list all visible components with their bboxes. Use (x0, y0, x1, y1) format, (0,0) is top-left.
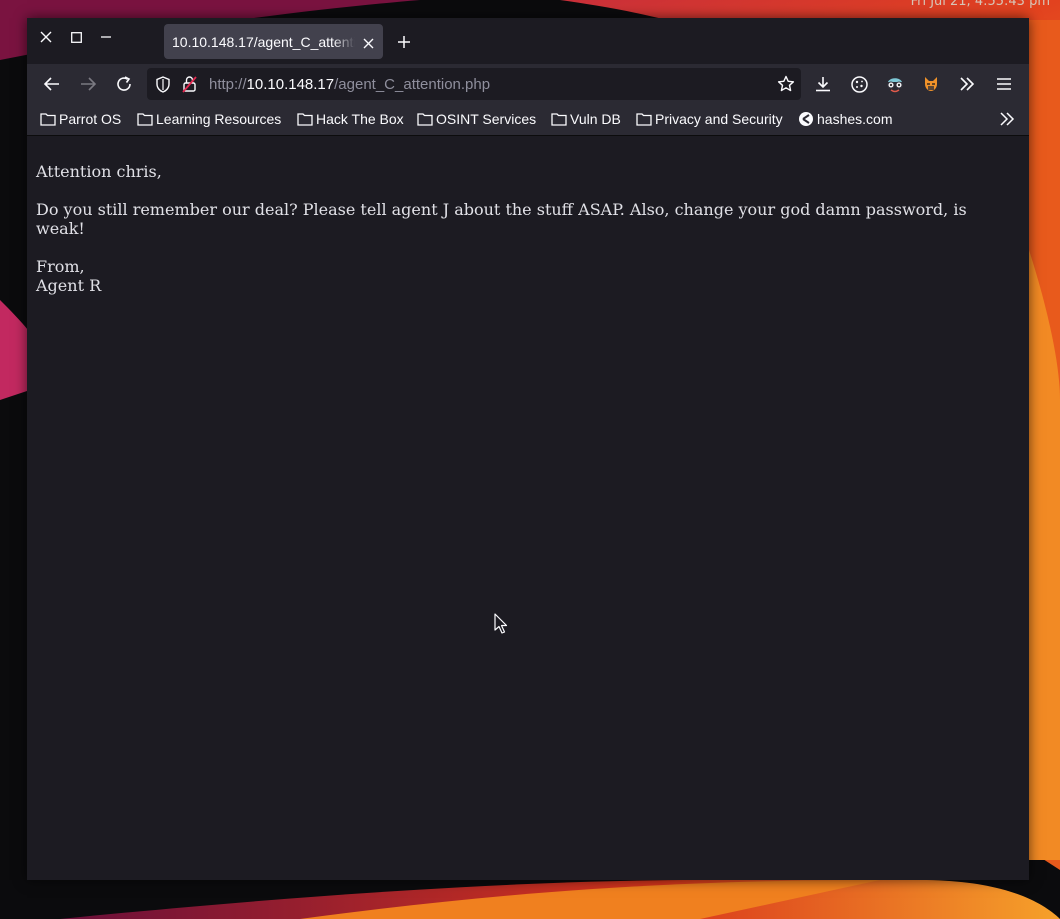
bookmark-star-icon[interactable] (777, 75, 795, 97)
url-bar[interactable]: http://10.10.148.17/agent_C_attention.ph… (147, 68, 801, 100)
downloads-icon[interactable] (813, 74, 833, 94)
new-tab-icon[interactable] (397, 34, 411, 48)
cookie-extension-icon[interactable] (849, 74, 869, 94)
minimize-window-icon[interactable] (99, 30, 113, 44)
bookmark-label: hashes.com (817, 111, 893, 127)
forward-icon[interactable] (78, 74, 98, 94)
spy-extension-icon[interactable] (885, 74, 905, 94)
url-host: 10.10.148.17 (246, 76, 335, 93)
maximize-window-icon[interactable] (69, 30, 83, 44)
tab-close-icon[interactable] (362, 35, 375, 49)
bookmark-label: Learning Resources (156, 111, 282, 127)
tab-strip: 10.10.148.17/agent_C_attention.php (27, 18, 1029, 64)
bookmark-folder-vuln-db[interactable]: Vuln DB (551, 110, 621, 128)
reload-icon[interactable] (114, 74, 134, 94)
bookmark-label: Parrot OS (59, 111, 122, 127)
tab-title: 10.10.148.17/agent_C_attention.php (172, 33, 355, 50)
bookmark-folder-hack-the-box[interactable]: Hack The Box (297, 110, 404, 128)
hashes-site-icon (799, 112, 813, 126)
bookmark-label: Vuln DB (570, 111, 621, 127)
folder-icon (417, 113, 433, 126)
bookmark-folder-osint-services[interactable]: OSINT Services (417, 110, 536, 128)
page-content: Attention chris, Do you still remember o… (27, 136, 1029, 880)
overflow-chevrons-icon[interactable] (957, 74, 977, 94)
bookmark-folder-parrot-os[interactable]: Parrot OS (40, 110, 121, 128)
bookmark-label: Privacy and Security (655, 111, 783, 127)
url-scheme: http:// (209, 76, 247, 93)
hamburger-menu-icon[interactable] (994, 74, 1014, 94)
back-icon[interactable] (42, 74, 62, 94)
folder-icon (297, 113, 313, 126)
foxyproxy-extension-icon[interactable] (921, 74, 941, 94)
folder-icon (40, 113, 56, 126)
bookmark-hashes-com[interactable]: hashes.com (798, 110, 892, 128)
bookmark-label: Hack The Box (316, 111, 404, 127)
browser-window: 10.10.148.17/agent_C_attention.php (27, 18, 1029, 880)
navigation-toolbar: http://10.10.148.17/agent_C_attention.ph… (27, 64, 1029, 104)
greeting-text: Attention chris, (36, 162, 162, 181)
bookmarks-toolbar: Parrot OS Learning Resources Hack The Bo… (27, 104, 1029, 136)
close-window-icon[interactable] (39, 30, 53, 44)
insecure-lock-icon[interactable] (182, 75, 198, 97)
bookmark-folder-learning-resources[interactable]: Learning Resources (137, 110, 281, 128)
signoff-text: From, (36, 257, 85, 276)
signature-text: Agent R (36, 276, 102, 295)
folder-icon (137, 113, 153, 126)
folder-icon (551, 113, 567, 126)
bookmarks-overflow-icon[interactable] (999, 110, 1018, 128)
bookmark-folder-privacy-and-security[interactable]: Privacy and Security (636, 110, 783, 128)
bookmark-label: OSINT Services (436, 111, 537, 127)
url-path: /agent_C_attention.php (334, 76, 491, 93)
desktop-clock: Fri Jul 21, 4:55:43 pm (910, 0, 1050, 9)
tracking-protection-shield-icon[interactable] (155, 76, 171, 97)
url-text[interactable]: http://10.10.148.17/agent_C_attention.ph… (209, 76, 490, 93)
message-body: Do you still remember our deal? Please t… (36, 200, 967, 238)
tab-active[interactable]: 10.10.148.17/agent_C_attention.php (164, 24, 383, 59)
folder-icon (636, 113, 652, 126)
mouse-pointer-icon (494, 613, 508, 639)
